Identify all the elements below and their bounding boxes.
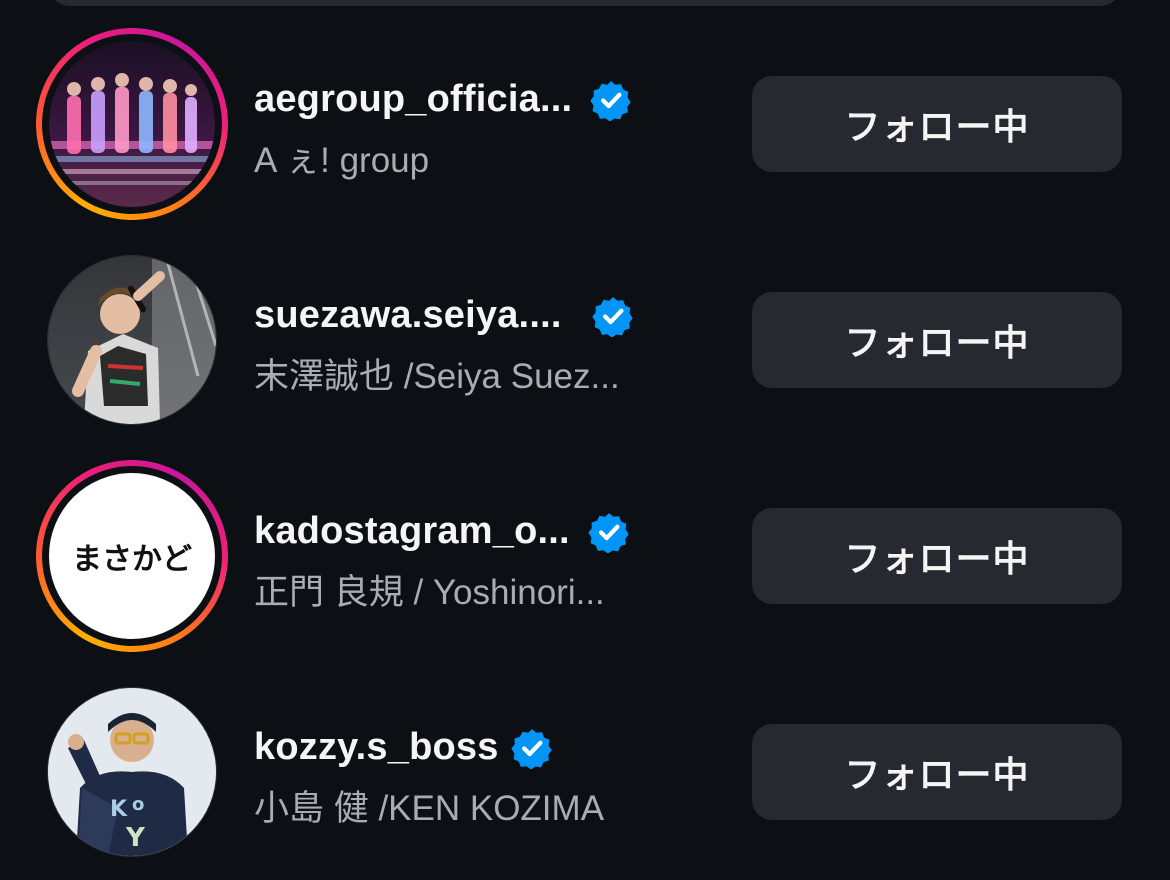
list-item: まさかど kadostagram_o... 正門 良規 / Yoshinori.… <box>0 456 1170 656</box>
avatar-container[interactable] <box>36 244 228 436</box>
username-line[interactable]: aegroup_officia... <box>254 78 632 121</box>
list-item: aegroup_officia... A ぇ! group フォロー中 <box>0 24 1170 224</box>
full-name: 正門 良規 / Yoshinori... <box>254 573 605 612</box>
following-button[interactable]: フォロー中 <box>752 292 1122 388</box>
story-ring[interactable] <box>36 28 228 220</box>
username[interactable]: kozzy.s_boss <box>254 726 499 769</box>
avatar-container[interactable]: K o Y <box>36 676 228 868</box>
username[interactable]: aegroup_officia... <box>254 78 572 121</box>
search-bar[interactable] <box>48 0 1122 6</box>
svg-text:o: o <box>132 794 144 815</box>
verified-badge-icon <box>588 512 629 553</box>
avatar[interactable]: K o Y <box>47 687 217 857</box>
username-line[interactable]: suezawa.seiya.... <box>254 294 634 337</box>
username-line[interactable]: kozzy.s_boss <box>254 726 553 769</box>
username[interactable]: kadostagram_o... <box>254 510 570 553</box>
avatar-image: K o Y <box>48 688 216 856</box>
avatar-image <box>49 41 215 207</box>
verified-badge-icon <box>591 296 633 337</box>
username[interactable]: suezawa.seiya.... <box>254 294 562 337</box>
following-button[interactable]: フォロー中 <box>752 508 1122 604</box>
list-item: suezawa.seiya.... 末澤誠也 /Seiya Suez... フォ… <box>0 240 1170 440</box>
avatar[interactable]: まさかど <box>49 473 215 639</box>
following-list-page: aegroup_officia... A ぇ! group フォロー中 suez… <box>0 0 1170 880</box>
svg-text:Y: Y <box>125 823 146 853</box>
list-item: K o Y kozzy.s_boss 小島 健 /KEN KOZIMA フォロー… <box>0 672 1170 872</box>
verified-badge-icon <box>590 80 631 121</box>
avatar[interactable] <box>49 41 215 207</box>
story-ring[interactable]: まさかど <box>36 460 228 652</box>
username-line[interactable]: kadostagram_o... <box>254 510 630 553</box>
following-button[interactable]: フォロー中 <box>752 76 1122 172</box>
avatar[interactable] <box>47 255 217 425</box>
following-button[interactable]: フォロー中 <box>752 724 1122 820</box>
verified-badge-icon <box>510 728 552 769</box>
avatar-image <box>48 256 216 424</box>
avatar-logo-text: まさかど <box>72 542 192 577</box>
full-name: 末澤誠也 /Seiya Suez... <box>254 357 620 396</box>
svg-text:K: K <box>110 797 128 822</box>
full-name: A ぇ! group <box>254 141 430 180</box>
full-name: 小島 健 /KEN KOZIMA <box>254 789 605 828</box>
